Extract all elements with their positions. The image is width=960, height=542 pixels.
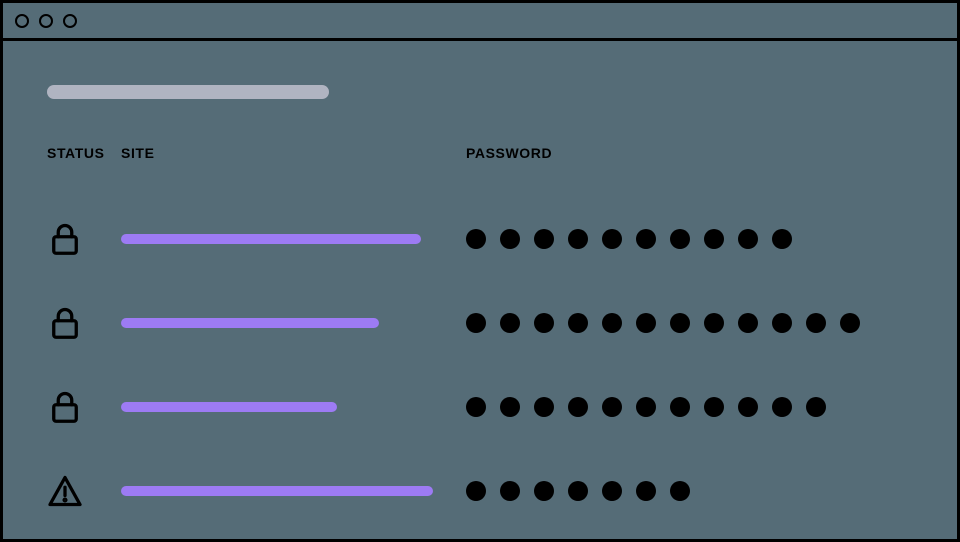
password-dot xyxy=(466,397,486,417)
password-dot xyxy=(534,229,554,249)
password-dot xyxy=(602,397,622,417)
password-dot xyxy=(670,313,690,333)
password-dot xyxy=(500,397,520,417)
alert-icon xyxy=(47,449,121,533)
column-header-password: PASSWORD xyxy=(466,145,913,161)
password-dot xyxy=(466,229,486,249)
window-control-close[interactable] xyxy=(15,14,29,28)
password-dot xyxy=(670,481,690,501)
password-dot xyxy=(636,481,656,501)
window-control-maximize[interactable] xyxy=(63,14,77,28)
password-dot xyxy=(806,313,826,333)
password-dot xyxy=(500,313,520,333)
password-dot xyxy=(534,397,554,417)
password-dot xyxy=(602,229,622,249)
password-masked xyxy=(466,313,860,333)
password-masked xyxy=(466,397,826,417)
password-dot xyxy=(772,397,792,417)
password-dot xyxy=(568,229,588,249)
password-dot xyxy=(568,481,588,501)
site-name-placeholder xyxy=(121,318,379,328)
lock-icon xyxy=(47,281,121,365)
password-dot xyxy=(670,397,690,417)
password-dot xyxy=(500,229,520,249)
password-cell xyxy=(466,281,913,365)
site-name-placeholder xyxy=(121,486,433,496)
password-dot xyxy=(500,481,520,501)
password-cell xyxy=(466,197,913,281)
password-dot xyxy=(466,481,486,501)
password-dot xyxy=(806,397,826,417)
window-control-minimize[interactable] xyxy=(39,14,53,28)
site-cell xyxy=(121,281,466,365)
site-cell xyxy=(121,197,466,281)
password-dot xyxy=(636,229,656,249)
password-dot xyxy=(738,229,758,249)
password-dot xyxy=(602,313,622,333)
app-window: STATUS SITE PASSWORD xyxy=(0,0,960,542)
password-dot xyxy=(670,229,690,249)
password-masked xyxy=(466,481,690,501)
password-dot xyxy=(602,481,622,501)
column-header-status: STATUS xyxy=(47,145,121,161)
window-titlebar xyxy=(3,3,957,41)
site-name-placeholder xyxy=(121,234,421,244)
password-dot xyxy=(534,313,554,333)
password-dot xyxy=(568,397,588,417)
password-cell xyxy=(466,449,913,533)
site-cell xyxy=(121,449,466,533)
password-dot xyxy=(738,397,758,417)
password-dot xyxy=(704,313,724,333)
password-dot xyxy=(466,313,486,333)
column-header-site: SITE xyxy=(121,145,466,161)
password-dot xyxy=(636,397,656,417)
site-name-placeholder xyxy=(121,402,337,412)
page-title-placeholder xyxy=(47,85,329,99)
site-cell xyxy=(121,365,466,449)
password-dot xyxy=(738,313,758,333)
lock-icon xyxy=(47,365,121,449)
password-dot xyxy=(568,313,588,333)
password-dot xyxy=(704,397,724,417)
password-table: STATUS SITE PASSWORD xyxy=(47,145,913,533)
password-cell xyxy=(466,365,913,449)
password-dot xyxy=(704,229,724,249)
password-masked xyxy=(466,229,792,249)
password-dot xyxy=(636,313,656,333)
password-dot xyxy=(772,313,792,333)
password-dot xyxy=(772,229,792,249)
password-dot xyxy=(534,481,554,501)
lock-icon xyxy=(47,197,121,281)
content-area: STATUS SITE PASSWORD xyxy=(3,41,957,533)
password-dot xyxy=(840,313,860,333)
